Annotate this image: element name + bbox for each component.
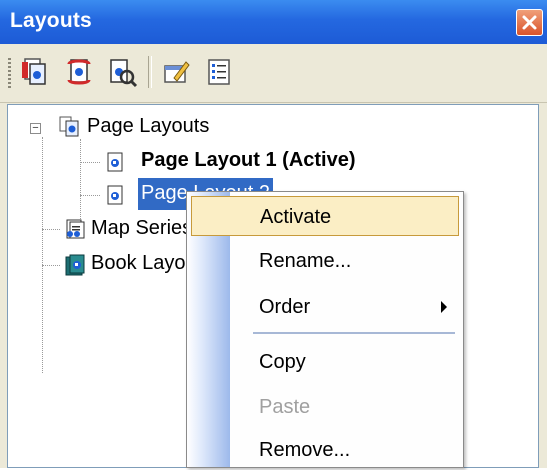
new-page-layout-icon xyxy=(22,58,46,85)
toolbar-grip[interactable] xyxy=(8,58,11,88)
menu-item-label: Remove... xyxy=(259,439,351,461)
menu-item-label: Order xyxy=(259,296,311,318)
menu-item-copy[interactable]: Copy xyxy=(191,342,459,382)
new-page-layout-button[interactable] xyxy=(20,56,52,88)
menu-item-paste: Paste xyxy=(191,387,459,427)
menu-item-rename[interactable]: Rename... xyxy=(191,241,459,281)
properties-icon xyxy=(164,61,190,83)
page-layout-icon xyxy=(107,185,123,205)
tree-node-page-layout-1[interactable]: Page Layout 1 (Active) xyxy=(138,145,359,177)
menu-item-label: Rename... xyxy=(259,250,352,272)
context-menu: Activate Rename... Order Copy Paste Remo… xyxy=(186,191,464,468)
menu-item-label: Paste xyxy=(259,396,311,418)
new-book-button[interactable] xyxy=(106,56,138,88)
tree-line xyxy=(80,162,100,163)
panel-title: Layouts xyxy=(10,9,92,32)
book-layouts-icon xyxy=(65,254,85,276)
list-view-button[interactable] xyxy=(203,56,235,88)
toolbar-separator xyxy=(148,56,152,88)
properties-button[interactable] xyxy=(160,56,192,88)
tree-line xyxy=(42,137,43,373)
menu-item-activate[interactable]: Activate xyxy=(191,196,459,236)
layouts-panel: Layouts − Page Layouts Page Layout 1 (Ac… xyxy=(0,0,547,468)
close-icon xyxy=(522,15,537,30)
new-map-series-icon xyxy=(67,59,91,85)
menu-separator xyxy=(253,332,455,334)
tree-node-page-layouts[interactable]: Page Layouts xyxy=(84,111,212,143)
new-map-series-button[interactable] xyxy=(63,56,95,88)
submenu-arrow-icon xyxy=(441,301,447,313)
page-layouts-folder-icon xyxy=(59,116,79,137)
tree-line xyxy=(80,195,100,196)
menu-item-label: Activate xyxy=(260,206,332,228)
tree-line xyxy=(42,229,60,230)
layouts-toolbar xyxy=(0,44,547,103)
new-book-icon xyxy=(110,59,138,88)
map-series-icon xyxy=(66,219,85,239)
menu-item-label: Copy xyxy=(259,351,306,373)
tree-line xyxy=(80,139,81,219)
tree-node-map-series[interactable]: Map Series xyxy=(88,213,195,245)
close-button[interactable] xyxy=(516,9,543,36)
list-view-icon xyxy=(208,59,230,85)
collapse-toggle[interactable]: − xyxy=(30,123,41,134)
tree-line xyxy=(42,265,60,266)
menu-item-order[interactable]: Order xyxy=(191,287,459,327)
panel-titlebar[interactable]: Layouts xyxy=(0,0,547,44)
menu-item-remove[interactable]: Remove... xyxy=(191,430,459,470)
page-layout-icon xyxy=(107,152,123,172)
